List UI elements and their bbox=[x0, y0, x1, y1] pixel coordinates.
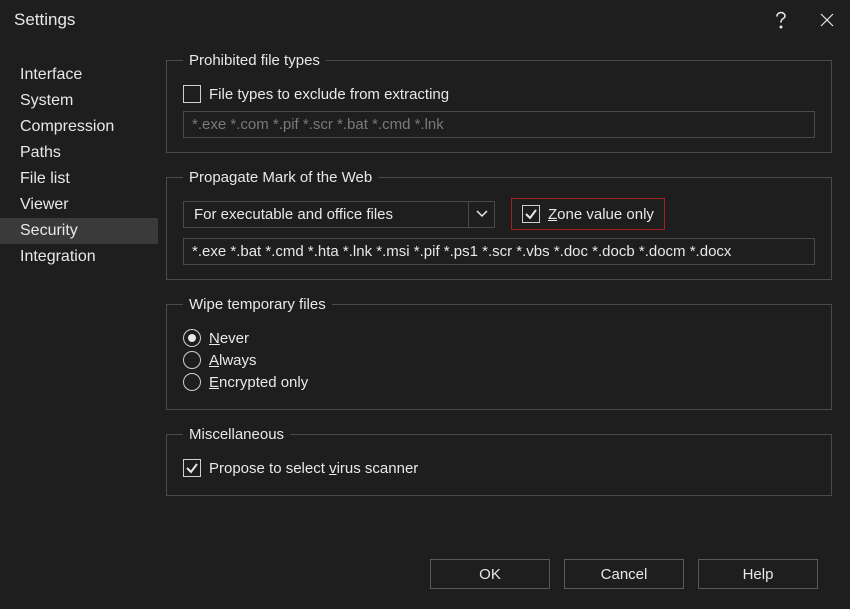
sidebar: Interface System Compression Paths File … bbox=[0, 40, 158, 609]
dropdown-motw-mode[interactable]: For executable and office files bbox=[183, 201, 469, 228]
ok-button[interactable]: OK bbox=[430, 559, 550, 589]
help-icon[interactable] bbox=[758, 0, 804, 40]
group-wipe: Wipe temporary files Never Always Encryp… bbox=[166, 296, 832, 410]
group-motw-legend: Propagate Mark of the Web bbox=[183, 169, 378, 186]
main-panel: Prohibited file types File types to excl… bbox=[158, 40, 850, 609]
radio-wipe-encrypted[interactable] bbox=[183, 373, 201, 391]
radio-wipe-encrypted-label: Encrypted only bbox=[209, 374, 308, 391]
checkbox-exclude-extracting[interactable] bbox=[183, 85, 201, 103]
close-icon[interactable] bbox=[804, 0, 850, 40]
sidebar-item-paths[interactable]: Paths bbox=[0, 140, 158, 166]
sidebar-item-viewer[interactable]: Viewer bbox=[0, 192, 158, 218]
cancel-button[interactable]: Cancel bbox=[564, 559, 684, 589]
footer: OK Cancel Help bbox=[166, 559, 832, 609]
checkbox-propose-virus-scanner[interactable] bbox=[183, 459, 201, 477]
group-wipe-legend: Wipe temporary files bbox=[183, 296, 332, 313]
group-misc: Miscellaneous Propose to select virus sc… bbox=[166, 426, 832, 496]
sidebar-item-security[interactable]: Security bbox=[0, 218, 158, 244]
group-prohibited-legend: Prohibited file types bbox=[183, 52, 326, 69]
radio-wipe-never-label: Never bbox=[209, 330, 249, 347]
radio-wipe-always-label: Always bbox=[209, 352, 257, 369]
radio-wipe-never[interactable] bbox=[183, 329, 201, 347]
chevron-down-icon bbox=[476, 210, 488, 218]
sidebar-item-interface[interactable]: Interface bbox=[0, 62, 158, 88]
help-button[interactable]: Help bbox=[698, 559, 818, 589]
group-misc-legend: Miscellaneous bbox=[183, 426, 290, 443]
checkbox-zone-value-only-label: Zone value only bbox=[548, 206, 654, 223]
sidebar-item-compression[interactable]: Compression bbox=[0, 114, 158, 140]
radio-wipe-always[interactable] bbox=[183, 351, 201, 369]
textbox-prohibited-types[interactable]: *.exe *.com *.pif *.scr *.bat *.cmd *.ln… bbox=[183, 111, 815, 138]
group-motw: Propagate Mark of the Web For executable… bbox=[166, 169, 832, 280]
textbox-motw-types[interactable]: *.exe *.bat *.cmd *.hta *.lnk *.msi *.pi… bbox=[183, 238, 815, 265]
group-prohibited: Prohibited file types File types to excl… bbox=[166, 52, 832, 153]
checkbox-exclude-extracting-label: File types to exclude from extracting bbox=[209, 86, 449, 103]
sidebar-item-integration[interactable]: Integration bbox=[0, 244, 158, 270]
window-title: Settings bbox=[14, 10, 75, 30]
dropdown-motw-chevron[interactable] bbox=[469, 201, 495, 228]
checkbox-propose-virus-scanner-label: Propose to select virus scanner bbox=[209, 460, 418, 477]
sidebar-item-filelist[interactable]: File list bbox=[0, 166, 158, 192]
zone-value-only-box: Zone value only bbox=[511, 198, 665, 230]
checkbox-zone-value-only[interactable] bbox=[522, 205, 540, 223]
title-bar: Settings bbox=[0, 0, 850, 40]
sidebar-item-system[interactable]: System bbox=[0, 88, 158, 114]
